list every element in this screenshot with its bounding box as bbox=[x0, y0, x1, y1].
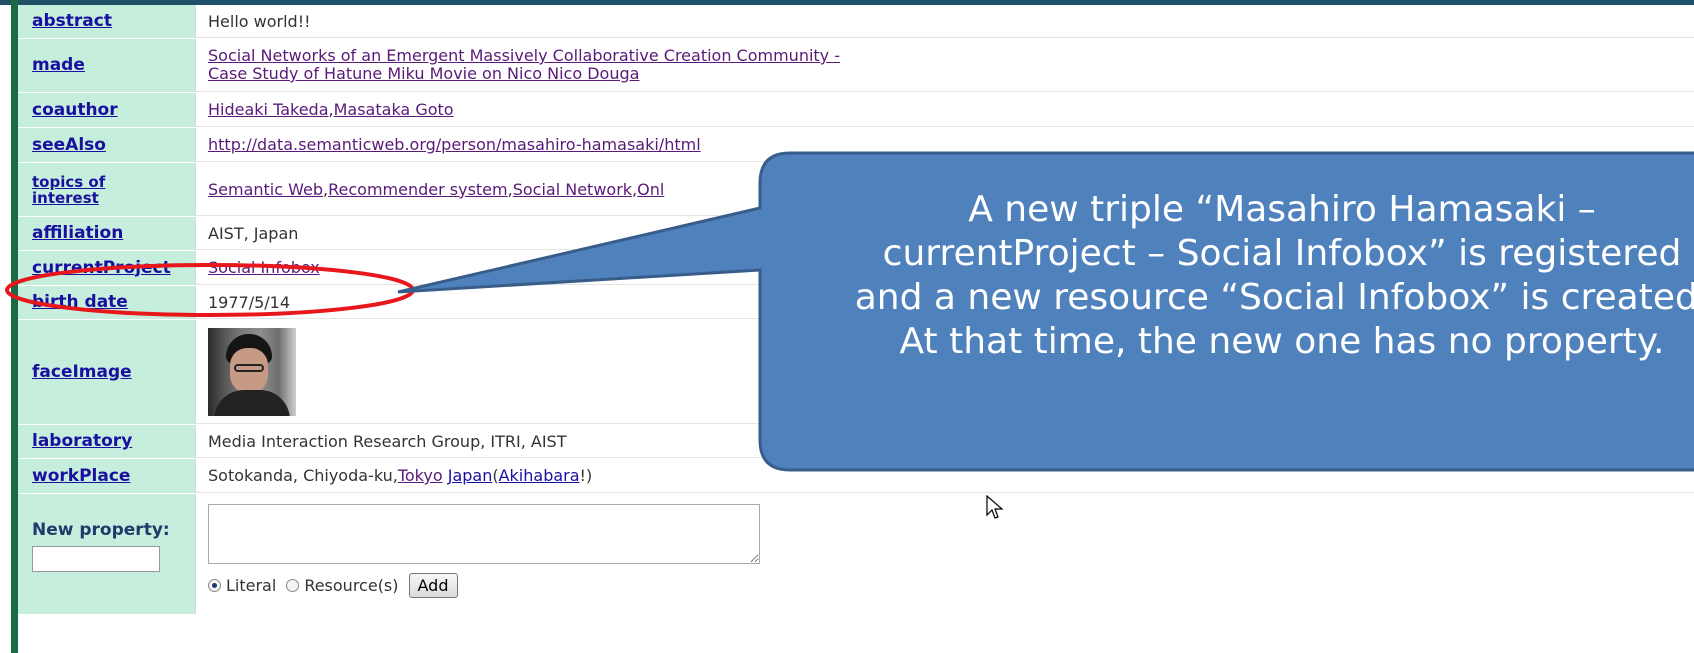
row-made: made Social Networks of an Emergent Mass… bbox=[18, 39, 1694, 93]
workplace-suffix: !) bbox=[579, 466, 593, 485]
value-cell: Media Interaction Research Group, ITRI, … bbox=[196, 425, 1694, 458]
value-cell: Sotokanda, Chiyoda-ku, Tokyo Japan (Akih… bbox=[196, 459, 1694, 493]
value-birth-date: 1977/5/14 bbox=[208, 292, 291, 312]
paper-link-line-1[interactable]: Social Networks of an Emergent Massively… bbox=[208, 46, 840, 65]
value-cell: Hideaki Takeda, Masataka Goto bbox=[196, 93, 1694, 127]
value-cell: Literal Resource(s) Add bbox=[196, 494, 1694, 614]
workplace-link-japan[interactable]: Japan bbox=[448, 466, 493, 485]
workplace-link-tokyo[interactable]: Tokyo bbox=[398, 466, 443, 485]
key-cell: affiliation bbox=[18, 217, 196, 250]
radio-resources-label: Resource(s) bbox=[304, 576, 399, 595]
new-property-label: New property: bbox=[32, 520, 170, 540]
value-affiliation: AIST, Japan bbox=[208, 223, 299, 243]
value-cell: Hello world!! bbox=[196, 5, 1694, 38]
callout-line-3: and a new resource “Social Infobox” is c… bbox=[854, 277, 1694, 318]
key-cell: New property: bbox=[18, 494, 196, 614]
key-cell: coauthor bbox=[18, 93, 196, 127]
callout-line-1: A new triple “Masahiro Hamasaki – bbox=[968, 189, 1596, 230]
property-link-laboratory[interactable]: laboratory bbox=[32, 433, 132, 450]
new-property-name-input[interactable] bbox=[32, 546, 160, 572]
property-link-currentproject[interactable]: currentProject bbox=[32, 259, 171, 277]
key-cell: currentProject bbox=[18, 251, 196, 285]
topic-link-truncated[interactable]: Onl bbox=[637, 180, 664, 199]
property-link-topics-of-interest[interactable]: topics of interest bbox=[32, 174, 105, 206]
property-link-affiliation[interactable]: affiliation bbox=[32, 225, 123, 242]
property-link-workplace[interactable]: workPlace bbox=[32, 467, 130, 485]
property-link-coauthor[interactable]: coauthor bbox=[32, 101, 118, 119]
property-link-made[interactable]: made bbox=[32, 57, 85, 74]
row-laboratory: laboratory Media Interaction Research Gr… bbox=[18, 425, 1694, 459]
new-property-value-textarea[interactable] bbox=[208, 504, 760, 564]
add-button[interactable]: Add bbox=[408, 573, 458, 598]
workplace-prefix: Sotokanda, Chiyoda-ku, bbox=[208, 466, 398, 485]
row-seealso: seeAlso http://data.semanticweb.org/pers… bbox=[18, 128, 1694, 163]
topic-link-social-network[interactable]: Social Network bbox=[513, 180, 632, 199]
paper-link-line-2[interactable]: Case Study of Hatune Miku Movie on Nico … bbox=[208, 64, 639, 83]
value-abstract: Hello world!! bbox=[208, 11, 311, 31]
key-cell: seeAlso bbox=[18, 128, 196, 162]
key-cell: workPlace bbox=[18, 459, 196, 493]
face-photo bbox=[208, 327, 296, 416]
radio-literal[interactable] bbox=[208, 579, 221, 592]
mouse-cursor-icon bbox=[986, 495, 1004, 519]
row-abstract: abstract Hello world!! bbox=[18, 5, 1694, 39]
row-new-property: New property: Literal Resource(s) Add bbox=[18, 494, 1694, 614]
left-border bbox=[11, 0, 18, 653]
value-laboratory: Media Interaction Research Group, ITRI, … bbox=[208, 431, 567, 451]
coauthor-link-takeda[interactable]: Hideaki Takeda bbox=[208, 100, 329, 119]
property-link-seealso[interactable]: seeAlso bbox=[32, 136, 106, 154]
key-line-2: interest bbox=[32, 188, 99, 207]
callout-line-4: At that time, the new one has no propert… bbox=[899, 321, 1665, 362]
value-cell: Social Networks of an Emergent Massively… bbox=[196, 39, 1694, 92]
callout-line-2: currentProject – Social Infobox” is regi… bbox=[882, 233, 1682, 274]
property-link-faceimage[interactable]: faceImage bbox=[32, 363, 132, 381]
radio-resources[interactable] bbox=[286, 579, 300, 592]
callout-text: A new triple “Masahiro Hamasaki – curren… bbox=[722, 188, 1694, 364]
property-link-abstract[interactable]: abstract bbox=[32, 13, 112, 30]
currentproject-value-link[interactable]: Social Infobox bbox=[208, 258, 320, 277]
key-cell: birth date bbox=[18, 286, 196, 319]
key-cell: topics of interest bbox=[18, 163, 196, 216]
row-coauthor: coauthor Hideaki Takeda, Masataka Goto bbox=[18, 93, 1694, 128]
key-cell: laboratory bbox=[18, 425, 196, 458]
radio-literal-label: Literal bbox=[226, 576, 277, 595]
value-type-radio-group: Literal Resource(s) Add bbox=[208, 573, 458, 598]
key-cell: abstract bbox=[18, 5, 196, 38]
key-cell: faceImage bbox=[18, 320, 196, 424]
coauthor-link-goto[interactable]: Masataka Goto bbox=[334, 100, 454, 119]
seealso-url-link[interactable]: http://data.semanticweb.org/person/masah… bbox=[208, 135, 701, 154]
workplace-link-akihabara[interactable]: Akihabara bbox=[499, 466, 580, 485]
value-cell: http://data.semanticweb.org/person/masah… bbox=[196, 128, 1694, 162]
property-link-birth-date[interactable]: birth date bbox=[32, 294, 128, 311]
row-workplace: workPlace Sotokanda, Chiyoda-ku, Tokyo J… bbox=[18, 459, 1694, 494]
topic-link-recommender-system[interactable]: Recommender system bbox=[328, 180, 508, 199]
key-cell: made bbox=[18, 39, 196, 92]
topic-link-semantic-web[interactable]: Semantic Web bbox=[208, 180, 323, 199]
